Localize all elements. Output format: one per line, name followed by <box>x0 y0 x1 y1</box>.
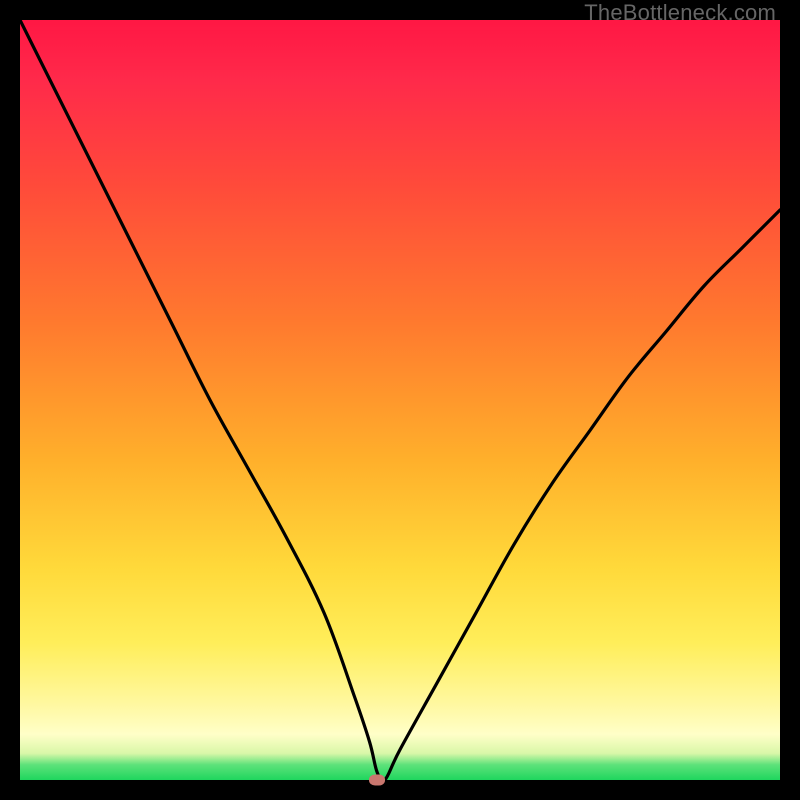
watermark-text: TheBottleneck.com <box>584 0 776 26</box>
bottleneck-curve <box>20 20 780 780</box>
optimal-point-marker <box>369 775 385 786</box>
chart-frame: TheBottleneck.com <box>0 0 800 800</box>
